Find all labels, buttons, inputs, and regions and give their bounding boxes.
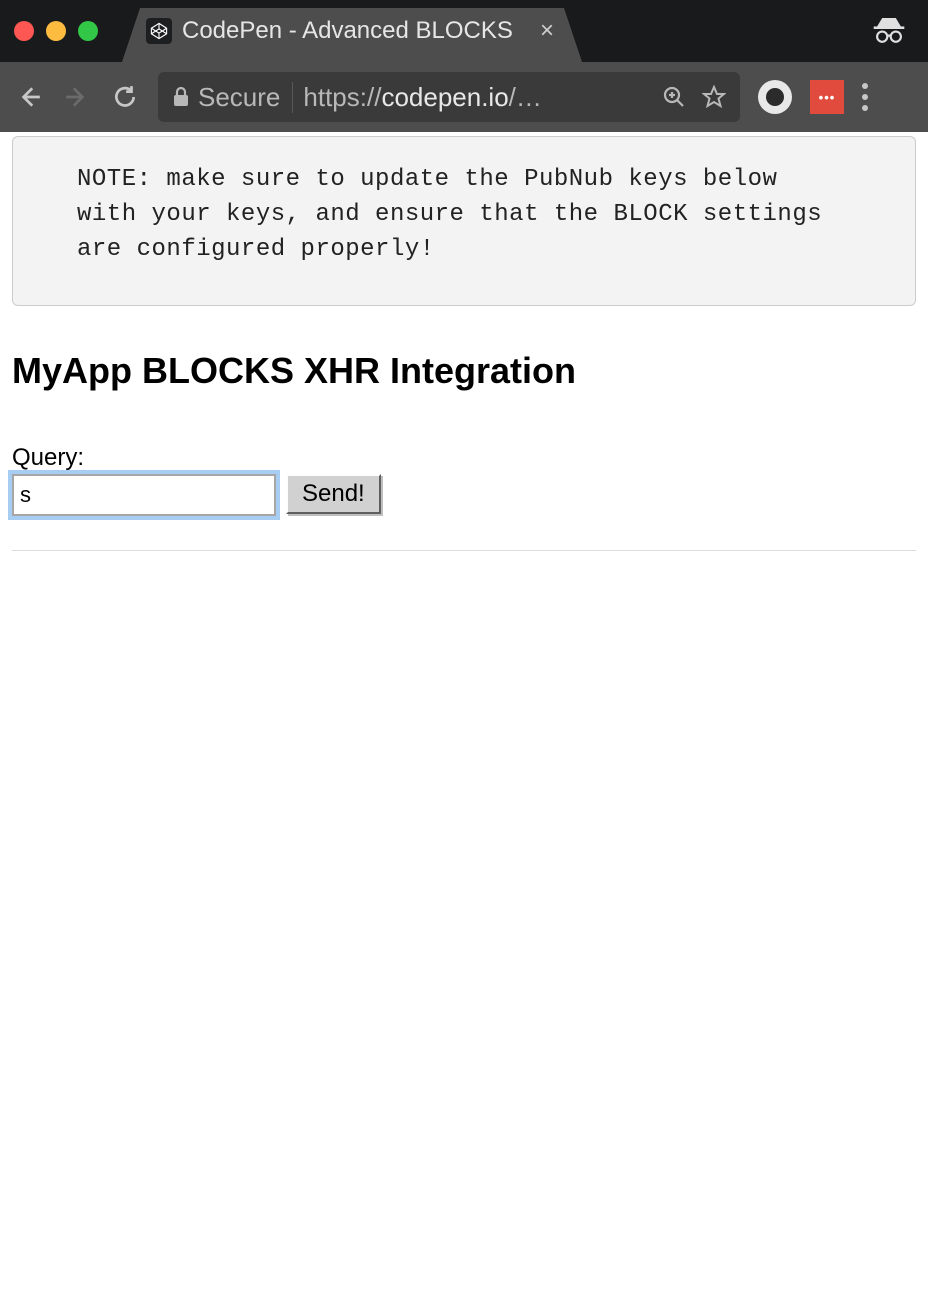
codepen-favicon [146,18,172,44]
tab-title: CodePen - Advanced BLOCKS [182,17,530,45]
browser-tab[interactable]: CodePen - Advanced BLOCKS × [122,0,582,62]
window-minimize-button[interactable] [46,21,66,41]
window-zoom-button[interactable] [78,21,98,41]
window-close-button[interactable] [14,21,34,41]
bookmark-star-icon[interactable] [702,85,726,109]
browser-tab-strip: CodePen - Advanced BLOCKS × [0,0,928,62]
url-text: https://codepen.io/… [303,82,652,113]
page-content: NOTE: make sure to update the PubNub key… [0,136,928,551]
extension-lastpass-icon[interactable]: ••• [810,80,844,114]
window-controls [14,21,98,41]
secure-chip[interactable]: Secure [172,82,293,113]
divider [12,550,916,551]
query-label: Query: [12,444,916,472]
zoom-icon[interactable] [662,85,686,109]
incognito-icon [872,14,906,49]
page-title: MyApp BLOCKS XHR Integration [12,350,916,392]
address-bar[interactable]: Secure https://codepen.io/… [158,72,740,122]
browser-menu-button[interactable] [862,83,868,111]
reload-button[interactable] [110,82,140,112]
back-button[interactable] [14,82,44,112]
send-button[interactable]: Send! [286,474,381,514]
lock-icon [172,86,190,108]
secure-label: Secure [198,82,280,113]
forward-button[interactable] [62,82,92,112]
tab-close-icon[interactable]: × [540,17,564,45]
query-input[interactable] [12,474,276,516]
query-form: Query: Send! [12,444,916,516]
browser-toolbar: Secure https://codepen.io/… ••• [0,62,928,132]
note-text: NOTE: make sure to update the PubNub key… [77,166,822,263]
note-box: NOTE: make sure to update the PubNub key… [12,136,916,306]
extension-ublock-icon[interactable] [758,80,792,114]
